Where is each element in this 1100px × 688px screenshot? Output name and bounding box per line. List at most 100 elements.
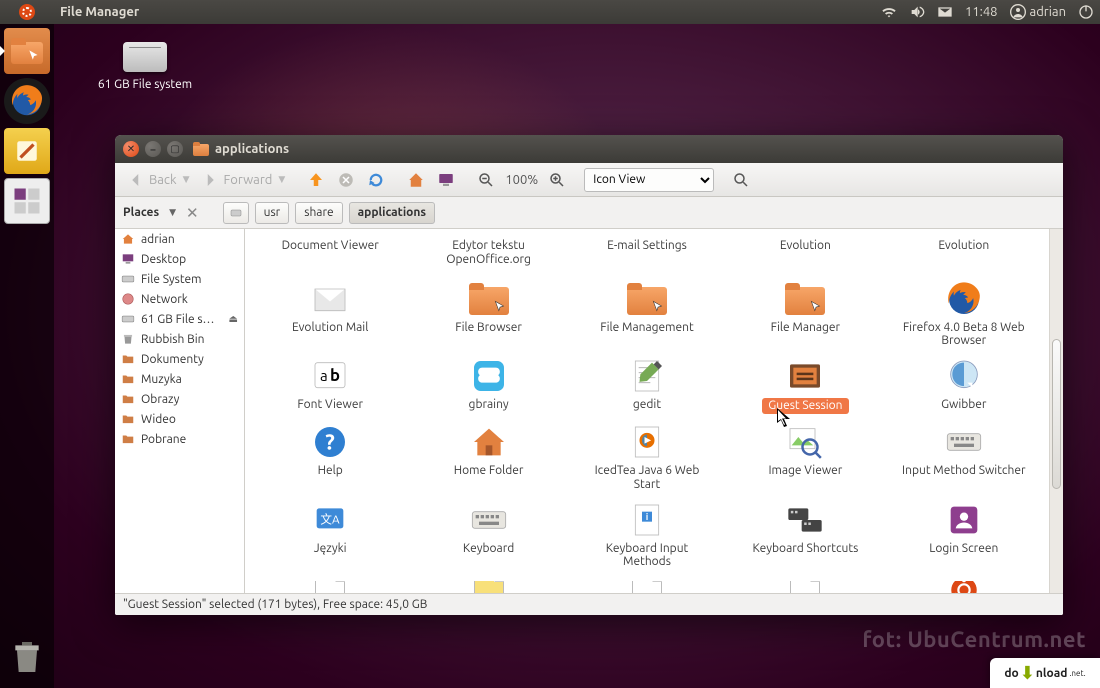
- user-menu[interactable]: adrian: [1010, 4, 1066, 20]
- sound-indicator[interactable]: [909, 4, 925, 20]
- crumb-share[interactable]: share: [295, 202, 342, 224]
- app-launcher-item[interactable]: abFont Viewer: [251, 354, 409, 416]
- window-close-button[interactable]: ✕: [123, 141, 139, 157]
- status-bar: "Guest Session" selected (171 bytes), Fr…: [115, 593, 1063, 615]
- keyboard-icon: [944, 422, 984, 462]
- help-icon: ?: [310, 422, 350, 462]
- zoom-in-button[interactable]: [544, 167, 570, 193]
- launcher-trash[interactable]: [4, 634, 50, 680]
- app-label: File Browser: [455, 321, 522, 335]
- app-launcher-item[interactable]: 文AJęzyki: [251, 498, 409, 572]
- zoom-level: 100%: [505, 173, 538, 187]
- app-launcher-item[interactable]: iKeyboard Input Methods: [568, 498, 726, 572]
- app-launcher-item[interactable]: Evolution Mail: [251, 277, 409, 351]
- reload-button[interactable]: [363, 167, 389, 193]
- sidebar-item[interactable]: Pobrane: [115, 429, 244, 449]
- crumb-applications[interactable]: applications: [349, 202, 435, 224]
- app-launcher-item[interactable]: E-mail Settings: [568, 233, 726, 269]
- blank-icon: [627, 235, 667, 237]
- sidebar-item[interactable]: Network: [115, 289, 244, 309]
- app-launcher-item[interactable]: [726, 579, 884, 593]
- svg-text:?: ?: [325, 430, 335, 454]
- app-launcher-item[interactable]: Firefox 4.0 Beta 8 Web Browser: [885, 277, 1043, 351]
- messaging-indicator[interactable]: [937, 4, 953, 20]
- window-maximize-button[interactable]: ▢: [167, 141, 183, 157]
- crumb-usr[interactable]: usr: [255, 202, 290, 224]
- icon-view[interactable]: Document Viewer Edytor tekstu OpenOffice.…: [245, 229, 1049, 593]
- network-indicator[interactable]: [881, 4, 897, 20]
- app-launcher-item[interactable]: File Manager: [726, 277, 884, 351]
- desktop-drive-icon[interactable]: 61 GB File system: [90, 42, 200, 91]
- sidebar-item[interactable]: Wideo: [115, 409, 244, 429]
- launcher-workspace-switcher[interactable]: [4, 178, 50, 224]
- zoom-in-icon: [548, 171, 566, 189]
- sidebar-item[interactable]: Desktop: [115, 249, 244, 269]
- app-launcher-item[interactable]: Input Method Switcher: [885, 420, 1043, 494]
- sidebar-item[interactable]: File System: [115, 269, 244, 289]
- app-launcher-item[interactable]: gedit: [568, 354, 726, 416]
- clock[interactable]: 11:48: [965, 5, 998, 19]
- app-launcher-item[interactable]: [251, 579, 409, 593]
- app-launcher-item[interactable]: Gwibber: [885, 354, 1043, 416]
- crumb-root[interactable]: [223, 202, 249, 224]
- forward-button[interactable]: Forward▼: [197, 169, 289, 191]
- app-launcher-item[interactable]: [409, 579, 567, 593]
- back-button[interactable]: Back▼: [123, 169, 193, 191]
- vertical-scrollbar[interactable]: [1049, 229, 1063, 593]
- app-launcher-item[interactable]: IcedTea Java 6 Web Start: [568, 420, 726, 494]
- app-launcher-item[interactable]: Edytor tekstu OpenOffice.org: [409, 233, 567, 269]
- places-close-button[interactable]: ✕: [182, 204, 203, 222]
- app-launcher-item[interactable]: [568, 579, 726, 593]
- sidebar-item[interactable]: Dokumenty: [115, 349, 244, 369]
- search-button[interactable]: [728, 167, 754, 193]
- launcher-firefox[interactable]: [4, 78, 50, 124]
- watermark-text: fot: UbuCentrum.net: [862, 627, 1086, 652]
- home-button[interactable]: [403, 167, 429, 193]
- zoom-out-icon: [477, 171, 495, 189]
- app-launcher-item[interactable]: gbrainy: [409, 354, 567, 416]
- sidebar-item[interactable]: Muzyka: [115, 369, 244, 389]
- doc-icon: [627, 581, 667, 593]
- scrollbar-thumb[interactable]: [1052, 339, 1061, 489]
- app-launcher-item[interactable]: Image Viewer: [726, 420, 884, 494]
- app-launcher-item[interactable]: ?Help: [251, 420, 409, 494]
- stop-button[interactable]: [333, 167, 359, 193]
- blank-icon: [785, 235, 825, 237]
- doc-icon: [785, 581, 825, 593]
- app-launcher-item[interactable]: Keyboard Shortcuts: [726, 498, 884, 572]
- app-launcher-item[interactable]: Home Folder: [409, 420, 567, 494]
- sidebar-item[interactable]: 61 GB File s…⏏: [115, 309, 244, 329]
- app-launcher-item[interactable]: Guest Session: [726, 354, 884, 416]
- app-label: Edytor tekstu OpenOffice.org: [424, 239, 554, 267]
- app-launcher-item[interactable]: Evolution: [885, 233, 1043, 269]
- computer-button[interactable]: [433, 167, 459, 193]
- app-label: E-mail Settings: [607, 239, 687, 253]
- app-launcher-item[interactable]: File Browser: [409, 277, 567, 351]
- session-menu[interactable]: [1078, 4, 1094, 20]
- trash-icon: [7, 637, 47, 677]
- app-launcher-item[interactable]: File Management: [568, 277, 726, 351]
- envelope-icon: [937, 4, 953, 20]
- app-launcher-item[interactable]: [885, 579, 1043, 593]
- view-mode-select[interactable]: Icon View: [584, 168, 714, 192]
- launcher-file-manager[interactable]: [4, 28, 50, 74]
- zoom-out-button[interactable]: [473, 167, 499, 193]
- sidebar-item[interactable]: adrian: [115, 229, 244, 249]
- app-label: Firefox 4.0 Beta 8 Web Browser: [899, 321, 1029, 349]
- window-minimize-button[interactable]: –: [145, 141, 161, 157]
- up-button[interactable]: [303, 167, 329, 193]
- app-launcher-item[interactable]: Login Screen: [885, 498, 1043, 572]
- volume-icon: [909, 4, 925, 20]
- ubuntu-button[interactable]: [0, 0, 54, 24]
- location-bar: Places ▼ ✕ usr share applications: [115, 197, 1063, 229]
- app-launcher-item[interactable]: Document Viewer: [251, 233, 409, 269]
- sidebar-item[interactable]: Obrazy: [115, 389, 244, 409]
- launcher-notes[interactable]: [4, 128, 50, 174]
- window-titlebar[interactable]: ✕ – ▢ applications: [115, 135, 1063, 163]
- app-launcher-item[interactable]: Keyboard: [409, 498, 567, 572]
- sidebar-item[interactable]: Rubbish Bin: [115, 329, 244, 349]
- app-launcher-item[interactable]: Evolution: [726, 233, 884, 269]
- places-label[interactable]: Places: [123, 206, 163, 219]
- user-icon: [1010, 4, 1026, 20]
- folder-arrow-icon: [627, 279, 667, 319]
